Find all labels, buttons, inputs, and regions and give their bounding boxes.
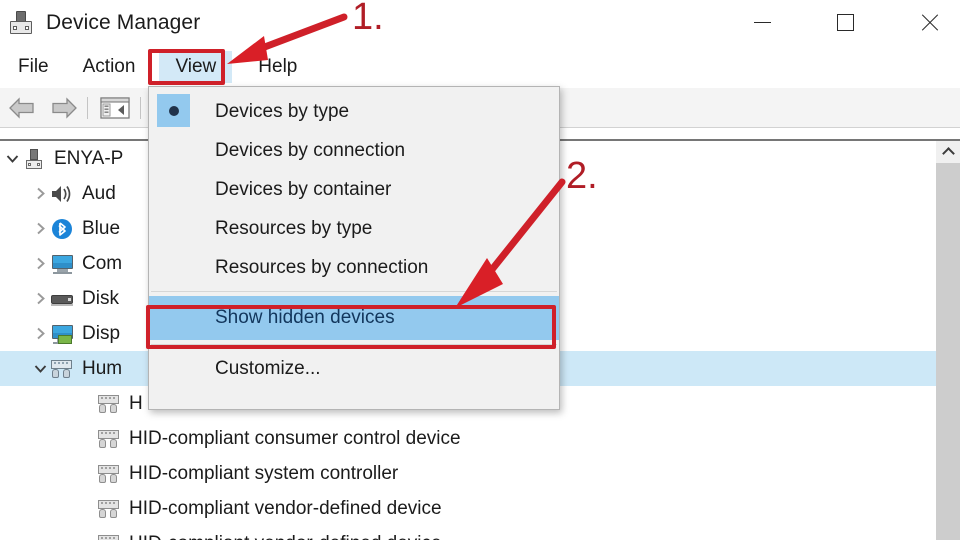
annotation-number-2: 2. — [566, 155, 598, 197]
vertical-scrollbar[interactable] — [936, 141, 960, 540]
menu-option-show-hidden-devices[interactable]: Show hidden devices — [149, 296, 559, 340]
menu-item-help[interactable]: Help — [246, 52, 309, 82]
hid-device-icon — [96, 497, 122, 521]
tree-label-computer: ENYA-P — [54, 147, 124, 169]
menu-option-label: Resources by connection — [215, 256, 429, 278]
tree-label-display-adapters: Disp — [82, 322, 121, 344]
hid-device-icon — [96, 427, 122, 451]
radio-checked-icon — [157, 94, 190, 127]
menu-separator-2 — [151, 344, 557, 345]
tree-label-human-interface-devices: Hum — [82, 357, 123, 379]
show-hide-console-tree-icon[interactable] — [97, 95, 133, 121]
menu-option-label: Devices by connection — [215, 139, 406, 161]
menu-option-resources-by-connection[interactable]: Resources by connection — [149, 248, 559, 287]
tree-row-hid-device[interactable]: HID-compliant vendor-defined device — [0, 526, 936, 540]
hid-device-icon — [96, 532, 122, 540]
tree-row-hid-device[interactable]: HID-compliant vendor-defined device — [0, 491, 936, 526]
chevron-right-icon[interactable] — [32, 290, 49, 307]
computer-icon — [21, 147, 47, 171]
menu-option-devices-by-type[interactable]: Devices by type — [149, 92, 559, 131]
menu-option-label: Devices by type — [215, 100, 350, 122]
close-button[interactable] — [900, 0, 958, 45]
menu-option-resources-by-type[interactable]: Resources by type — [149, 209, 559, 248]
tree-label-hid-device: HID-compliant consumer control device — [129, 427, 461, 449]
menu-option-devices-by-container[interactable]: Devices by container — [149, 170, 559, 209]
menu-bar: File Action View Help — [0, 45, 960, 88]
menu-option-label: Resources by type — [215, 217, 373, 239]
menu-option-devices-by-connection[interactable]: Devices by connection — [149, 131, 559, 170]
menu-item-file[interactable]: File — [6, 52, 61, 82]
tree-label-computer-category: Com — [82, 252, 123, 274]
toolbar-separator-1 — [87, 96, 88, 119]
device-manager-icon — [8, 9, 36, 37]
tree-label-hid-device: HID-compliant system controller — [129, 462, 399, 484]
minimize-button[interactable] — [733, 0, 791, 45]
chevron-right-icon[interactable] — [32, 220, 49, 237]
menu-option-label: Show hidden devices — [215, 307, 395, 328]
hid-device-icon — [96, 462, 122, 486]
toolbar-separator-2 — [140, 96, 141, 119]
tree-row-hid-device[interactable]: HID-compliant consumer control device — [0, 421, 936, 456]
disk-drive-icon — [49, 287, 75, 311]
maximize-icon — [836, 14, 854, 31]
close-icon — [920, 13, 939, 32]
audio-icon — [49, 182, 75, 206]
device-manager-window: Device Manager File Action View Help ENY… — [0, 0, 960, 540]
bluetooth-icon — [49, 217, 75, 241]
tree-label-audio: Aud — [82, 182, 116, 204]
display-adapter-icon — [49, 322, 75, 346]
chevron-down-icon[interactable] — [32, 360, 49, 377]
hid-device-icon — [96, 392, 122, 416]
menu-item-view[interactable]: View — [159, 50, 233, 83]
annotation-number-1: 1. — [352, 0, 384, 38]
minimize-icon — [753, 22, 771, 23]
tree-label-hid-device: H — [129, 392, 143, 414]
tree-label-hid-device: HID-compliant vendor-defined device — [129, 497, 442, 519]
tree-label-hid-device: HID-compliant vendor-defined device — [129, 533, 442, 540]
hid-icon — [49, 357, 75, 381]
tree-label-bluetooth: Blue — [82, 217, 121, 239]
tree-label-disk-drives: Disk — [82, 287, 119, 309]
view-dropdown-menu[interactable]: Devices by type Devices by connection De… — [148, 86, 560, 410]
menu-item-action[interactable]: Action — [71, 52, 148, 82]
title-bar: Device Manager — [0, 0, 960, 45]
window-title: Device Manager — [46, 10, 201, 34]
menu-option-customize[interactable]: Customize... — [149, 349, 559, 388]
scrollbar-track[interactable] — [936, 163, 960, 540]
scroll-up-icon[interactable] — [936, 141, 960, 163]
chevron-right-icon[interactable] — [32, 185, 49, 202]
chevron-right-icon[interactable] — [32, 325, 49, 342]
maximize-button[interactable] — [816, 0, 874, 45]
menu-separator-1 — [151, 291, 557, 292]
chevron-down-icon[interactable] — [4, 150, 21, 167]
chevron-right-icon[interactable] — [32, 255, 49, 272]
tree-row-hid-device[interactable]: HID-compliant system controller — [0, 456, 936, 491]
menu-option-label: Devices by container — [215, 178, 392, 200]
monitor-icon — [49, 252, 75, 276]
back-arrow-icon[interactable] — [6, 95, 40, 121]
menu-option-label: Customize... — [215, 357, 321, 379]
forward-arrow-icon[interactable] — [46, 95, 80, 121]
